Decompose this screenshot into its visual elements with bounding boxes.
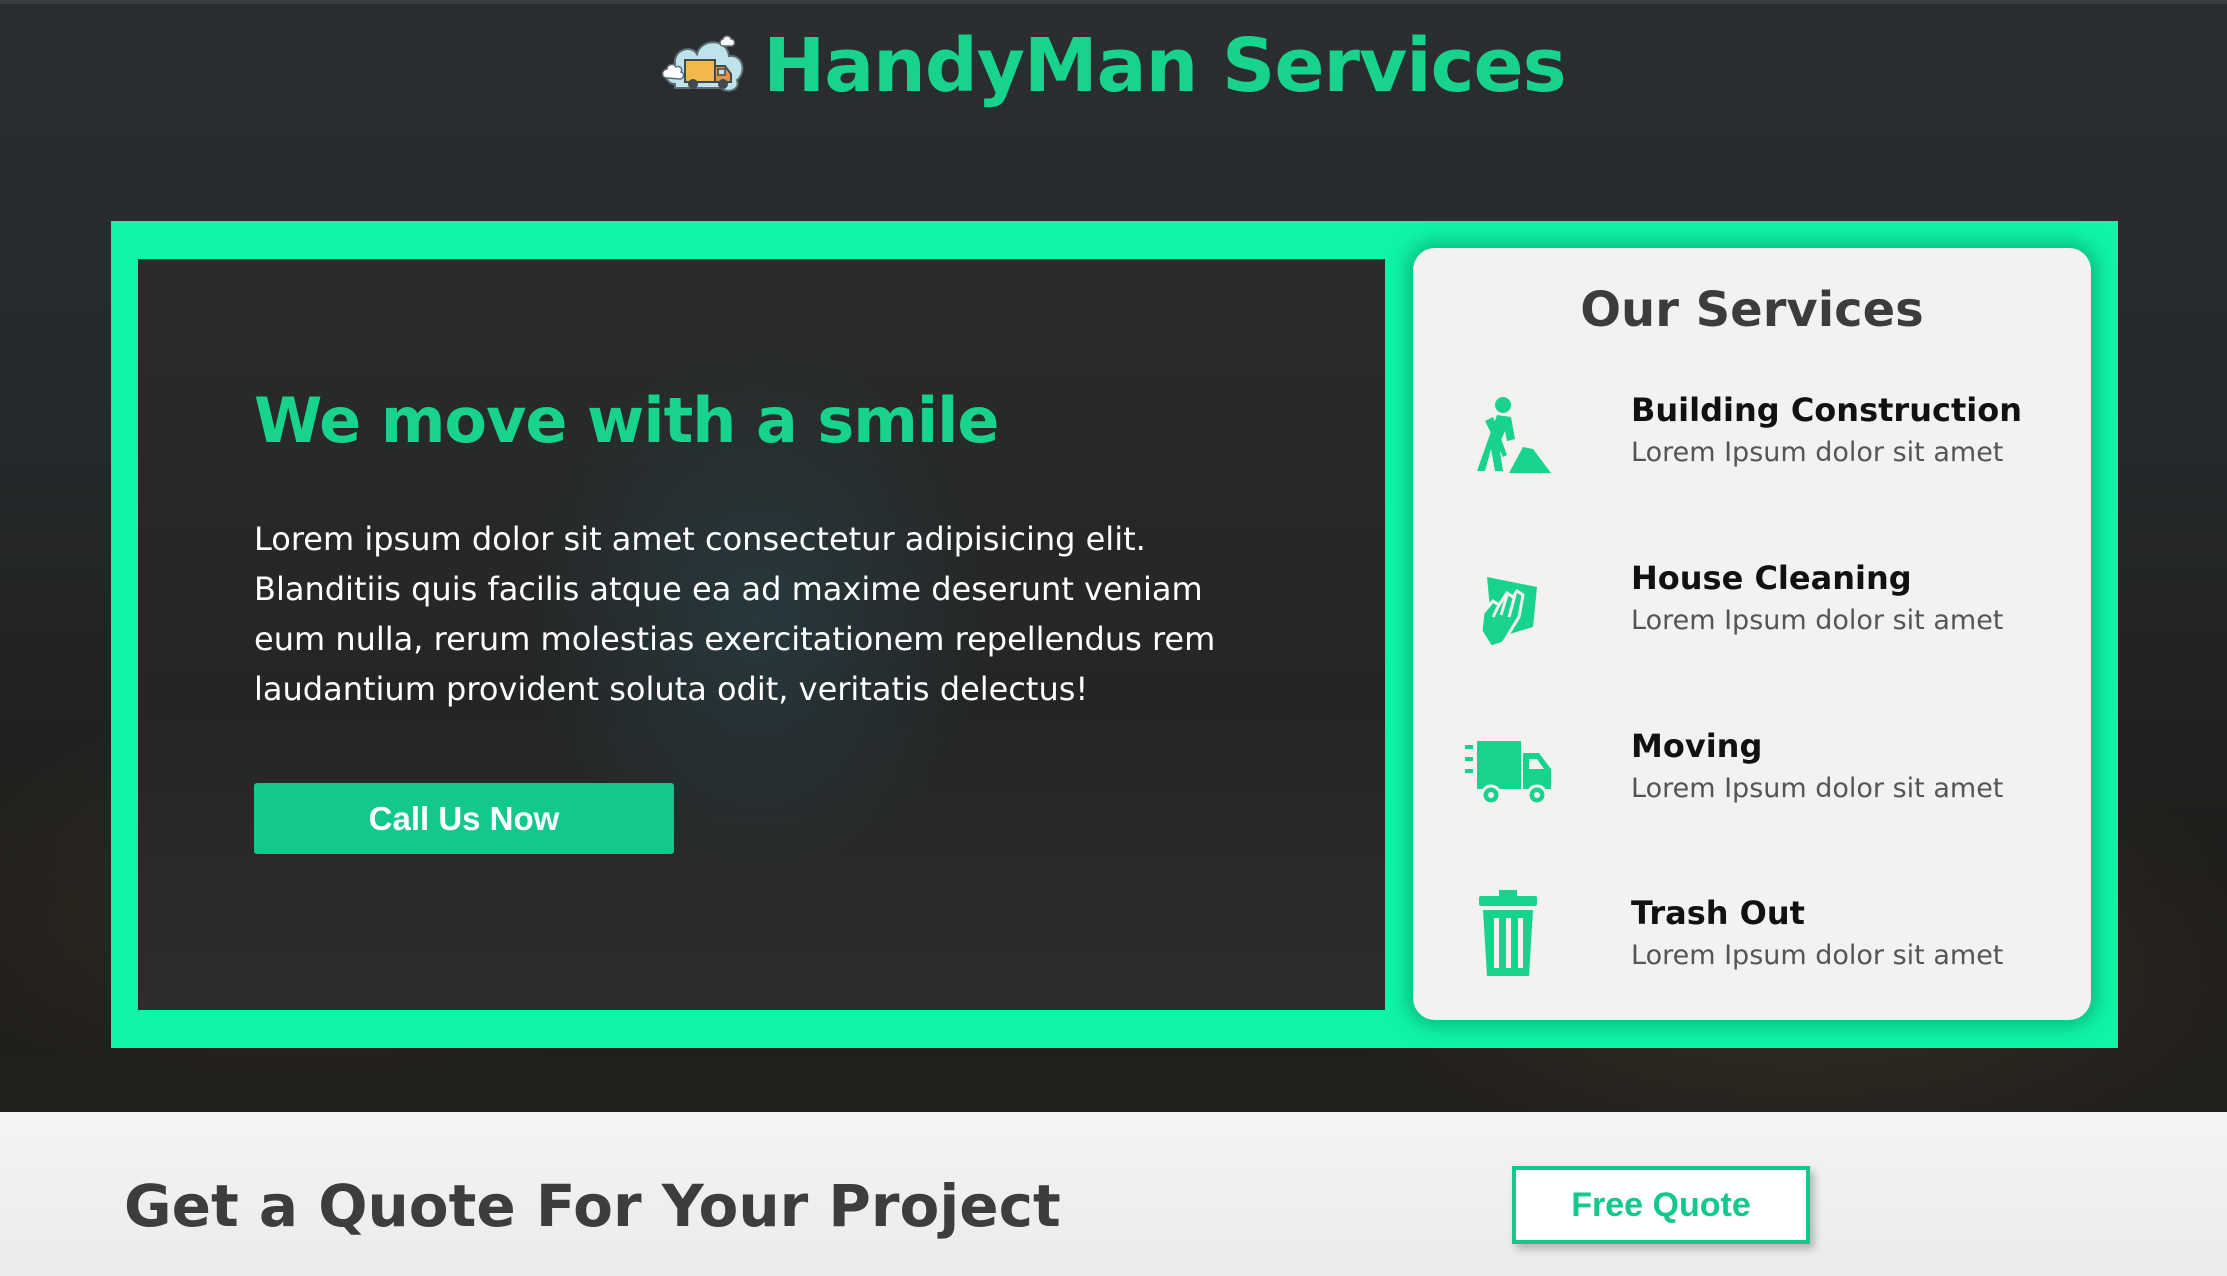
service-desc: Lorem Ipsum dolor sit amet bbox=[1631, 437, 2004, 468]
service-name: Building Construction bbox=[1631, 391, 2022, 429]
service-item-building-construction[interactable]: Building Construction Lorem Ipsum dolor … bbox=[1413, 391, 2091, 521]
service-desc: Lorem Ipsum dolor sit amet bbox=[1631, 940, 2004, 971]
hero-title: We move with a smile bbox=[254, 384, 999, 457]
call-us-button[interactable]: Call Us Now bbox=[254, 783, 674, 854]
service-name: Trash Out bbox=[1631, 894, 1805, 932]
service-name: House Cleaning bbox=[1631, 559, 1912, 597]
service-item-house-cleaning[interactable]: House Cleaning Lorem Ipsum dolor sit ame… bbox=[1413, 559, 2091, 689]
trash-can-icon bbox=[1479, 890, 1537, 976]
site-title: HandyMan Services bbox=[763, 23, 1566, 109]
cleaning-hand-icon bbox=[1479, 577, 1537, 649]
service-name: Moving bbox=[1631, 727, 1763, 765]
quote-title: Get a Quote For Your Project bbox=[124, 1172, 1061, 1240]
services-card: Our Services Building Construction Lorem… bbox=[1413, 248, 2091, 1020]
services-title: Our Services bbox=[1580, 282, 1924, 338]
digging-worker-icon bbox=[1477, 397, 1551, 473]
hero-text: Lorem ipsum dolor sit amet consectetur a… bbox=[254, 520, 1216, 708]
service-item-trash-out[interactable]: Trash Out Lorem Ipsum dolor sit amet bbox=[1413, 890, 2091, 1024]
moving-truck-cloud-icon bbox=[662, 35, 744, 92]
site-header: HandyMan Services bbox=[0, 24, 2227, 108]
free-quote-button[interactable]: Free Quote bbox=[1512, 1166, 1810, 1244]
service-desc: Lorem Ipsum dolor sit amet bbox=[1631, 773, 2004, 804]
truck-icon bbox=[1465, 741, 1551, 806]
service-item-moving[interactable]: Moving Lorem Ipsum dolor sit amet bbox=[1413, 727, 2091, 857]
service-desc: Lorem Ipsum dolor sit amet bbox=[1631, 605, 2004, 636]
top-border bbox=[0, 0, 2227, 4]
